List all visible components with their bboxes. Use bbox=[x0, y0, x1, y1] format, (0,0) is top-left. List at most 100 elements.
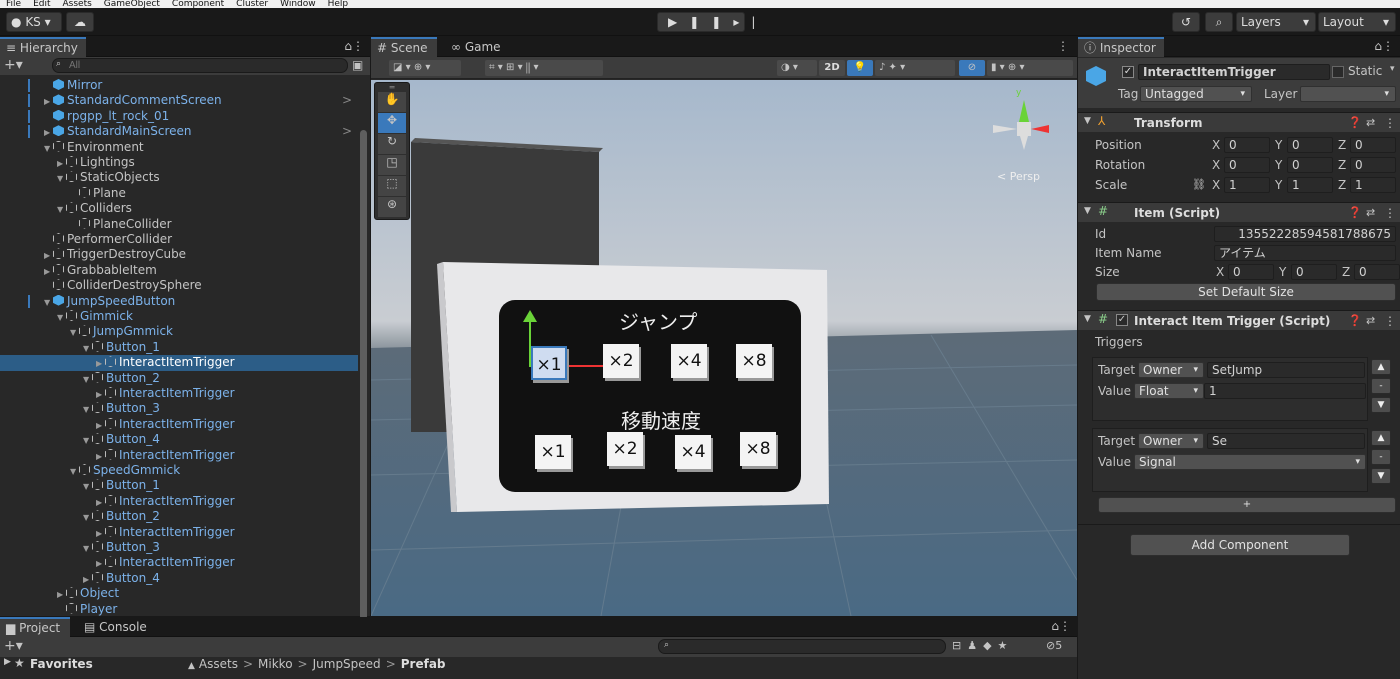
preset-icon[interactable]: ⇄ bbox=[1366, 116, 1375, 129]
breadcrumb-item[interactable]: Assets bbox=[199, 657, 238, 671]
foldout-icon[interactable]: ▼ bbox=[83, 510, 92, 525]
lock-icon[interactable]: ⌂ bbox=[1374, 39, 1382, 53]
move-tool-icon[interactable]: ✥ bbox=[378, 113, 406, 133]
transform-position-z-field[interactable]: 0 bbox=[1350, 137, 1396, 153]
favorites-label[interactable]: Favorites bbox=[30, 657, 93, 671]
hierarchy-item[interactable]: ▼ Button_3 bbox=[0, 401, 358, 416]
value-type-dropdown[interactable]: Signal ▾ bbox=[1134, 454, 1366, 470]
size-z-field[interactable]: 0 bbox=[1354, 264, 1400, 280]
hierarchy-item[interactable]: ▶ InteractItemTrigger bbox=[0, 448, 358, 463]
foldout-icon[interactable]: ▶ bbox=[96, 418, 105, 433]
hierarchy-item[interactable]: ▶ GrabbableItem bbox=[0, 263, 358, 278]
layout-dropdown[interactable]: Layout ▾ bbox=[1318, 12, 1396, 32]
scale-tool-icon[interactable]: ◳ bbox=[378, 155, 406, 175]
hierarchy-item[interactable]: ▼ Button_4 bbox=[0, 432, 358, 447]
move-up-button[interactable]: ▲ bbox=[1371, 359, 1391, 375]
hierarchy-item[interactable]: ▼ StaticObjects bbox=[0, 170, 358, 185]
item-name-field[interactable]: アイテム bbox=[1214, 245, 1396, 261]
help-icon[interactable]: ❓ bbox=[1348, 314, 1362, 327]
lock-icon[interactable]: ⌂ bbox=[344, 39, 352, 53]
scroll-up-icon[interactable]: ▲ bbox=[188, 661, 195, 671]
transform-rotation-x-field[interactable]: 0 bbox=[1224, 157, 1270, 173]
hierarchy-item[interactable]: ▼ Button_1 bbox=[0, 478, 358, 493]
foldout-icon[interactable]: ▼ bbox=[57, 171, 66, 186]
value-type-dropdown[interactable]: Float ▾ bbox=[1134, 383, 1204, 399]
foldout-icon[interactable]: ▼ bbox=[83, 541, 92, 556]
toggle-2d-button[interactable]: 2D bbox=[819, 60, 845, 76]
object-name-field[interactable]: InteractItemTrigger bbox=[1138, 64, 1330, 80]
tab-console[interactable]: ▤ Console bbox=[78, 617, 153, 637]
transform-scale-z-field[interactable]: 1 bbox=[1350, 177, 1396, 193]
hierarchy-item[interactable]: ▼ SpeedGmmick bbox=[0, 463, 358, 478]
add-trigger-button[interactable]: + bbox=[1098, 497, 1396, 513]
remove-button[interactable]: - bbox=[1371, 449, 1391, 465]
hierarchy-item[interactable]: ▼ Button_2 bbox=[0, 371, 358, 386]
hierarchy-item[interactable]: ▼ JumpSpeedButton bbox=[0, 294, 358, 309]
hierarchy-item[interactable]: ▼ Button_3 bbox=[0, 540, 358, 555]
hierarchy-item[interactable]: ▼ Colliders bbox=[0, 201, 358, 216]
kebab-menu-icon[interactable]: ⋮ bbox=[1384, 206, 1396, 220]
target-dropdown[interactable]: Owner ▾ bbox=[1138, 433, 1204, 449]
hierarchy-item[interactable]: ▶ StandardCommentScreen > bbox=[0, 93, 358, 108]
create-asset-button[interactable]: +▾ bbox=[4, 638, 23, 654]
transform-scale-x-field[interactable]: 1 bbox=[1224, 177, 1270, 193]
snap-settings[interactable]: ⌗ ▾ ⊞ ▾ ⫼ ▾ bbox=[485, 60, 603, 76]
foldout-icon[interactable]: ▶ bbox=[57, 156, 66, 171]
foldout-icon[interactable]: ▶ bbox=[57, 587, 66, 602]
foldout-icon[interactable]: ▶ bbox=[96, 556, 105, 571]
layer-dropdown[interactable]: ▾ bbox=[1300, 86, 1396, 102]
hierarchy-item[interactable]: rpgpp_lt_rock_01 bbox=[0, 109, 358, 124]
transform-tool-icon[interactable]: ⊛ bbox=[378, 197, 406, 217]
hierarchy-item[interactable]: Plane bbox=[0, 186, 358, 201]
foldout-icon[interactable]: ▶ bbox=[44, 248, 53, 263]
dropdown-arrow-icon[interactable]: ▾ bbox=[1390, 64, 1395, 74]
trigger-key-field[interactable]: SetJump bbox=[1207, 362, 1365, 378]
link-icon[interactable]: ⛓ bbox=[1192, 178, 1206, 191]
lighting-toggle[interactable]: 💡 bbox=[847, 60, 873, 76]
draw-mode-dropdown[interactable]: ◪ ▾ ⊕ ▾ bbox=[389, 60, 461, 76]
hierarchy-item[interactable]: ▶ InteractItemTrigger bbox=[0, 355, 358, 371]
perspective-label[interactable]: < Persp bbox=[997, 170, 1040, 183]
hierarchy-item[interactable]: PlaneCollider bbox=[0, 217, 358, 232]
tab-game[interactable]: ∞ Game bbox=[445, 37, 507, 57]
scene-icon[interactable]: ▣ bbox=[352, 58, 363, 72]
transform-scale-y-field[interactable]: 1 bbox=[1287, 177, 1333, 193]
menu-item[interactable]: Window bbox=[280, 0, 316, 8]
add-component-button[interactable]: Add Component bbox=[1130, 534, 1350, 556]
hierarchy-item[interactable]: ▼ Gimmick bbox=[0, 309, 358, 324]
trigger-value-field[interactable]: 1 bbox=[1204, 383, 1366, 399]
cloud-button[interactable]: ☁ bbox=[66, 12, 94, 32]
foldout-icon[interactable]: ▼ bbox=[83, 372, 92, 387]
speed-multiplier-button[interactable]: ×4 bbox=[675, 435, 711, 469]
breadcrumb-item[interactable]: JumpSpeed bbox=[313, 657, 381, 671]
foldout-icon[interactable]: ▼ bbox=[70, 464, 79, 479]
hierarchy-item[interactable]: ▶ Button_4 bbox=[0, 571, 358, 586]
kebab-menu-icon[interactable]: ⋮ bbox=[1384, 314, 1396, 328]
menu-item[interactable]: Assets bbox=[63, 0, 92, 8]
set-default-size-button[interactable]: Set Default Size bbox=[1096, 283, 1396, 301]
hierarchy-search-input[interactable] bbox=[52, 58, 348, 73]
kebab-menu-icon[interactable]: ⋮ bbox=[1057, 39, 1069, 53]
transform-rotation-z-field[interactable]: 0 bbox=[1350, 157, 1396, 173]
foldout-icon[interactable]: ▶ bbox=[96, 495, 105, 510]
foldout-icon[interactable]: ▼ bbox=[83, 341, 92, 356]
hierarchy-item[interactable]: ▼ Button_2 bbox=[0, 509, 358, 524]
hierarchy-item[interactable]: ColliderDestroySphere bbox=[0, 278, 358, 293]
foldout-icon[interactable]: ▶ bbox=[96, 449, 105, 464]
foldout-icon[interactable]: ▶ bbox=[96, 526, 105, 541]
hierarchy-item[interactable]: ▼ Button_1 bbox=[0, 340, 358, 355]
foldout-icon[interactable]: ▶ bbox=[83, 572, 92, 587]
transform-header[interactable]: ▼ ⅄ Transform ❓ ⇄ ⋮ bbox=[1078, 112, 1400, 132]
scrollbar-thumb[interactable] bbox=[360, 130, 367, 620]
undo-history-button[interactable]: ↺ bbox=[1172, 12, 1200, 32]
play-icon[interactable]: ▶ bbox=[668, 15, 689, 29]
id-field[interactable]: 13552228594581788675 bbox=[1214, 226, 1396, 242]
hierarchy-item[interactable]: ▶ InteractItemTrigger bbox=[0, 386, 358, 401]
hierarchy-scrollbar[interactable] bbox=[359, 80, 368, 620]
breadcrumb-item[interactable]: Mikko bbox=[258, 657, 293, 671]
foldout-icon[interactable]: ▶ bbox=[44, 94, 53, 109]
kebab-menu-icon[interactable]: ⋮ bbox=[352, 39, 364, 53]
foldout-icon[interactable]: ▶ bbox=[96, 356, 105, 371]
hierarchy-item[interactable]: ▶ Object bbox=[0, 586, 358, 601]
menu-item[interactable]: File bbox=[6, 0, 21, 8]
